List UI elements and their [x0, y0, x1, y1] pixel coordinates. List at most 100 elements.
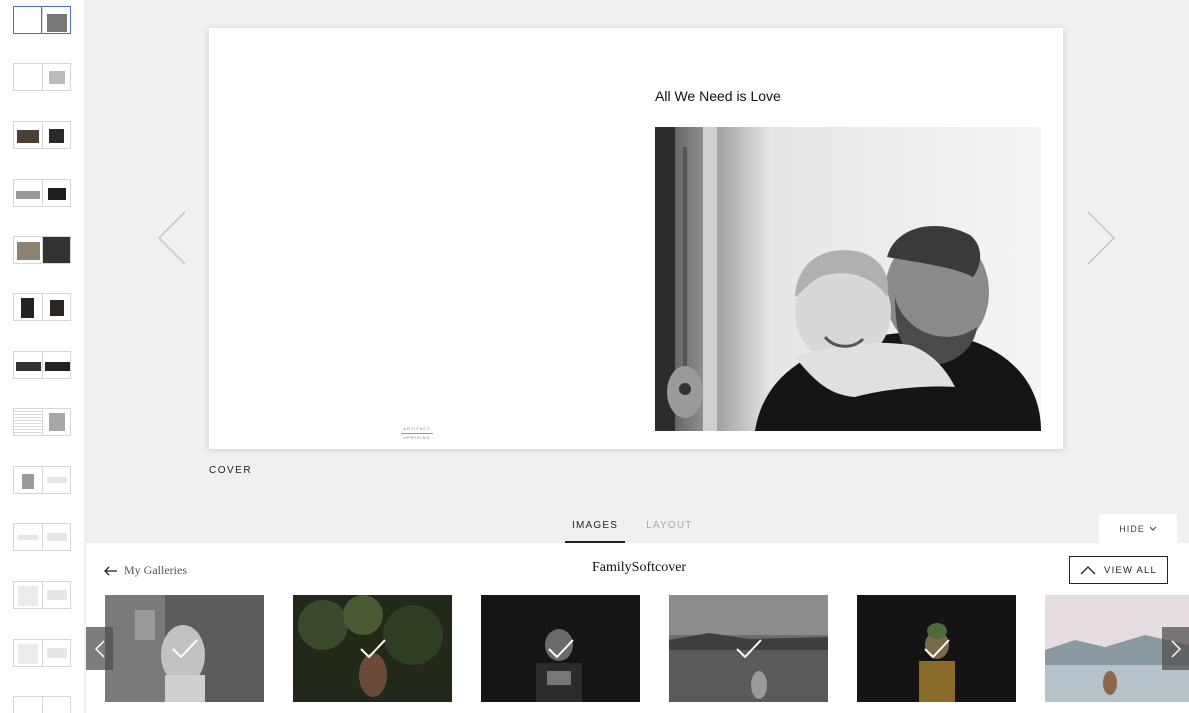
hide-panel-button[interactable]: HIDE [1099, 514, 1177, 544]
photo-placeholder [21, 298, 34, 318]
spread-page-left [13, 408, 43, 436]
gallery-image[interactable] [105, 595, 264, 702]
cover-photo[interactable] [655, 127, 1041, 431]
photo-placeholder [17, 130, 39, 143]
spread-page-right [42, 523, 71, 551]
spread-thumbnail[interactable] [13, 63, 71, 91]
spread-page-left [13, 63, 43, 91]
spread-page-left [13, 236, 43, 264]
view-all-label: VIEW ALL [1104, 564, 1157, 576]
chevron-left-icon [94, 639, 105, 658]
photo-placeholder [47, 14, 67, 32]
page-label: COVER [209, 465, 253, 476]
spread-page-left [13, 639, 43, 667]
chevron-left-icon [157, 211, 186, 265]
back-label: My Galleries [124, 563, 187, 577]
spread-page-right [42, 6, 71, 34]
checkmark-icon [359, 638, 386, 658]
spread-page-left [13, 466, 43, 494]
logo-divider [401, 433, 433, 434]
spread-thumbnail[interactable] [13, 351, 71, 379]
gallery-title: FamilySoftcover [592, 560, 687, 575]
spread-page-left [13, 351, 43, 379]
checkmark-icon [923, 638, 950, 658]
logo-line-1: ARTIFACT [403, 426, 431, 431]
text-placeholder [46, 648, 67, 658]
spread-thumbnail[interactable] [13, 466, 71, 494]
spread-page-right [42, 351, 71, 379]
photo-placeholder [44, 362, 70, 371]
my-galleries-link[interactable]: My Galleries [104, 563, 187, 578]
spread-page-right [42, 581, 71, 609]
spread-page-left [13, 293, 43, 321]
photo-placeholder [48, 413, 65, 431]
checkmark-icon [171, 638, 198, 658]
photo-placeholder [22, 474, 34, 489]
text-placeholder [18, 586, 38, 606]
spread-thumbnail[interactable] [13, 408, 71, 436]
logo-line-2: UPRISING [403, 435, 431, 440]
checkmark-icon [735, 638, 762, 658]
chevron-up-icon [1080, 565, 1096, 574]
book-spread-canvas[interactable]: All We Need is Love ARTIFACT UPRISING [209, 28, 1063, 449]
view-all-button[interactable]: VIEW ALL [1069, 556, 1168, 584]
hide-label: HIDE [1119, 524, 1145, 534]
spread-thumbnail[interactable] [13, 581, 71, 609]
tab-layout[interactable]: LAYOUT [639, 516, 699, 543]
spread-thumbnail[interactable] [13, 121, 71, 149]
chevron-down-icon [1149, 526, 1157, 531]
spread-page-right [42, 696, 71, 713]
chevron-right-icon [1087, 211, 1116, 265]
carousel-next-button[interactable] [1162, 627, 1189, 670]
spread-page-left [13, 523, 43, 551]
photo-placeholder [47, 188, 66, 200]
text-placeholder [46, 477, 67, 483]
images-panel: My Galleries FamilySoftcover VIEW ALL [86, 543, 1189, 713]
gallery-image[interactable] [857, 595, 1016, 702]
spread-thumbnail[interactable] [13, 696, 71, 713]
spread-thumbnail-cover[interactable] [13, 6, 71, 34]
gallery-image[interactable] [293, 595, 452, 702]
spread-page-right [42, 121, 71, 149]
tab-images[interactable]: IMAGES [565, 516, 626, 543]
spread-page-left [13, 6, 42, 34]
book-title-text[interactable]: All We Need is Love [655, 88, 781, 104]
carousel-prev-button[interactable] [86, 627, 113, 670]
spread-page-right [42, 236, 71, 264]
spread-page-left [13, 121, 43, 149]
spread-page-right [42, 466, 71, 494]
spread-thumbnail[interactable] [13, 523, 71, 551]
text-placeholder [18, 535, 38, 540]
page-thumbnail-sidebar [0, 0, 84, 713]
spread-thumbnail[interactable] [13, 639, 71, 667]
spread-page-left [13, 581, 43, 609]
photo-placeholder [48, 129, 64, 143]
photo-placeholder [16, 362, 41, 371]
spread-page-left [13, 696, 43, 713]
text-placeholder [46, 590, 67, 600]
gallery-image[interactable] [669, 595, 828, 702]
previous-spread-button[interactable] [157, 210, 187, 266]
text-placeholder [46, 533, 67, 541]
photo-placeholder [16, 191, 40, 199]
arrow-left-icon [104, 566, 117, 575]
spread-page-right [42, 639, 71, 667]
text-placeholder [18, 644, 38, 664]
chevron-right-icon [1170, 639, 1181, 658]
spread-page-right [42, 293, 71, 321]
panel-tabs: IMAGES LAYOUT [565, 516, 714, 543]
photo-placeholder [48, 71, 65, 84]
photo-placeholder [17, 242, 40, 260]
spread-thumbnail[interactable] [13, 293, 71, 321]
spread-thumbnail[interactable] [13, 236, 71, 264]
gallery-image[interactable] [481, 595, 640, 702]
spread-page-right [42, 63, 71, 91]
spread-page-right [42, 179, 71, 207]
artifact-uprising-logo: ARTIFACT UPRISING [399, 426, 435, 441]
spread-page-right [42, 408, 71, 436]
checkmark-icon [547, 638, 574, 658]
next-spread-button[interactable] [1086, 210, 1116, 266]
cover-photo-image [655, 127, 1041, 431]
photo-placeholder [49, 300, 64, 316]
spread-thumbnail[interactable] [13, 179, 71, 207]
